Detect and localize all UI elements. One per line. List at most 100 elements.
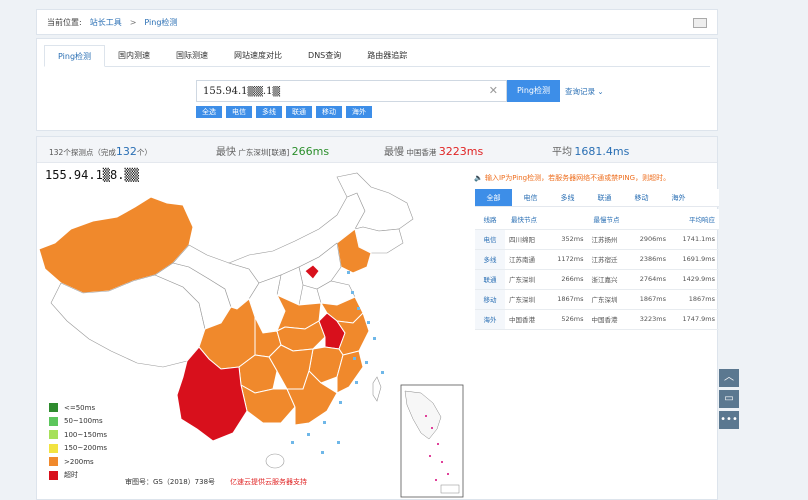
inset-island <box>435 479 437 481</box>
cell-line[interactable]: 联通 <box>475 269 505 290</box>
chevron-down-icon: ⌄ <box>597 87 604 96</box>
region-tibet <box>50 274 206 368</box>
breadcrumb-home-link[interactable]: 站长工具 <box>90 17 122 28</box>
more-button[interactable]: ••• <box>719 411 739 429</box>
cell-fast-ms: 526ms <box>546 309 588 330</box>
coastal-marker <box>321 451 324 454</box>
table-row: 移动 广东深圳 1867ms 广东深圳 1867ms 1867ms <box>475 289 719 310</box>
legend-item: 超时 <box>49 469 107 483</box>
fastest-stat: 最快 广东深圳[联通] 266ms <box>216 143 329 158</box>
probe-count-suffix: 个） <box>136 148 152 157</box>
legend-label: 50~100ms <box>64 417 103 426</box>
filter-overseas[interactable]: 海外 <box>346 106 372 118</box>
table-header-row: 线路 最快节点 最慢节点 平均响应 <box>475 209 719 230</box>
filter-mobile[interactable]: 移动 <box>316 106 342 118</box>
result-tab-mobile[interactable]: 移动 <box>623 189 660 206</box>
legend-label: 100~150ms <box>64 430 108 439</box>
inset-label-box <box>440 484 460 494</box>
clear-icon[interactable]: ✕ <box>489 84 498 97</box>
coastal-marker <box>357 307 360 310</box>
col-line: 线路 <box>475 209 505 230</box>
coastal-marker <box>351 291 354 294</box>
filter-multiline[interactable]: 多线 <box>256 106 282 118</box>
col-slowest: 最慢节点 <box>587 209 671 230</box>
result-tab-unicom[interactable]: 联通 <box>586 189 623 206</box>
cell-slow-ms: 1867ms <box>628 289 671 310</box>
region-hainan <box>265 453 285 469</box>
inset-island <box>431 427 433 429</box>
ping-button[interactable]: Ping检测 <box>507 80 560 102</box>
tab-domestic-speed[interactable]: 国内测速 <box>105 45 163 66</box>
legend-item: >200ms <box>49 455 107 469</box>
cell-line[interactable]: 多线 <box>475 249 505 270</box>
legend-item: 100~150ms <box>49 428 107 442</box>
cell-slow-node: 广东深圳 <box>587 289 629 310</box>
coastal-marker <box>367 321 370 324</box>
cell-slow-ms: 3223ms <box>628 309 671 330</box>
qr-image-icon[interactable] <box>693 18 707 28</box>
tip-label: 输入IP为Ping检测，若服务器网络不通或禁PING，则超时。 <box>484 174 671 182</box>
legend-label: 150~200ms <box>64 444 108 453</box>
cell-fast-node: 四川绵阳 <box>505 229 547 250</box>
probe-count-prefix: 132个探测点（完成 <box>49 148 116 157</box>
tab-dns[interactable]: DNS查询 <box>295 45 354 66</box>
result-tab-overseas[interactable]: 海外 <box>660 189 697 206</box>
table-row: 海外 中国香港 526ms 中国香港 3223ms 1747.9ms <box>475 309 719 330</box>
average-stat: 平均 1681.4ms <box>552 143 629 158</box>
coastal-marker <box>365 361 368 364</box>
ip-input-box: ✕ <box>196 80 507 102</box>
slowest-value: 3223ms <box>438 145 484 158</box>
filter-all[interactable]: 全选 <box>196 106 222 118</box>
fastest-node: 广东深圳[联通] <box>238 148 290 157</box>
coastal-marker <box>353 357 356 360</box>
coastal-marker <box>381 371 384 374</box>
slowest-stat: 最慢 中国香港 3223ms <box>384 143 483 158</box>
inset-island <box>447 473 449 475</box>
cell-slow-node: 江苏扬州 <box>587 229 629 250</box>
filter-telecom[interactable]: 电信 <box>226 106 252 118</box>
legend-item: 50~100ms <box>49 415 107 429</box>
filter-unicom[interactable]: 联通 <box>286 106 312 118</box>
line-filters: 全选 电信 多线 联通 移动 海外 <box>196 106 372 118</box>
cell-fast-node: 广东深圳 <box>505 269 547 290</box>
result-tabs: 全部 电信 多线 联通 移动 海外 <box>475 189 719 207</box>
legend-item: 150~200ms <box>49 442 107 456</box>
result-tab-all[interactable]: 全部 <box>475 189 512 206</box>
cell-line[interactable]: 电信 <box>475 229 505 250</box>
more-icon: ••• <box>720 414 738 425</box>
cell-avg: 1429.9ms <box>670 269 719 290</box>
line-summary-table: 线路 最快节点 最慢节点 平均响应 电信 四川绵阳 352ms 江苏扬州 290… <box>475 209 719 330</box>
scroll-top-button[interactable]: ︿ <box>719 369 739 387</box>
tab-traceroute[interactable]: 路由器追踪 <box>354 45 420 66</box>
cell-avg: 1691.9ms <box>670 249 719 270</box>
coastal-marker <box>307 433 310 436</box>
average-value: 1681.4ms <box>574 145 630 158</box>
coastal-marker <box>339 401 342 404</box>
tab-international-speed[interactable]: 国际测速 <box>163 45 221 66</box>
ip-input[interactable] <box>197 81 477 101</box>
cell-line[interactable]: 移动 <box>475 289 505 310</box>
cell-fast-node: 江苏南通 <box>505 249 547 270</box>
cell-fast-ms: 1867ms <box>546 289 588 310</box>
tool-panel: Ping检测 国内测速 国际测速 网站速度对比 DNS查询 路由器追踪 ✕ Pi… <box>36 38 718 131</box>
tool-tabs: Ping检测 国内测速 国际测速 网站速度对比 DNS查询 路由器追踪 <box>44 45 710 67</box>
tip-text: 🔈 输入IP为Ping检测，若服务器网络不通或禁PING，则超时。 <box>474 173 670 183</box>
sponsor-link[interactable]: 亿速云提供云服务器支持 <box>230 477 307 487</box>
cell-line[interactable]: 海外 <box>475 309 505 330</box>
history-link[interactable]: 查询记录 ⌄ <box>565 86 604 97</box>
cell-avg: 1867ms <box>670 289 719 310</box>
feedback-button[interactable]: ▭ <box>719 390 739 408</box>
legend-swatch <box>49 430 58 440</box>
map-review-number: 审图号：GS（2018）738号 <box>125 478 216 486</box>
chat-icon: ▭ <box>724 393 734 404</box>
result-tab-multiline[interactable]: 多线 <box>549 189 586 206</box>
result-tab-telecom[interactable]: 电信 <box>512 189 549 206</box>
tab-speed-compare[interactable]: 网站速度对比 <box>221 45 295 66</box>
tab-ping[interactable]: Ping检测 <box>44 45 106 67</box>
cell-fast-node: 中国香港 <box>505 309 547 330</box>
breadcrumb-current[interactable]: Ping检测 <box>144 17 177 28</box>
cell-avg: 1741.1ms <box>670 229 719 250</box>
cell-slow-node: 浙江嘉兴 <box>587 269 629 290</box>
cell-slow-ms: 2386ms <box>628 249 671 270</box>
probe-count: 132个探测点（完成132个） <box>49 145 152 158</box>
